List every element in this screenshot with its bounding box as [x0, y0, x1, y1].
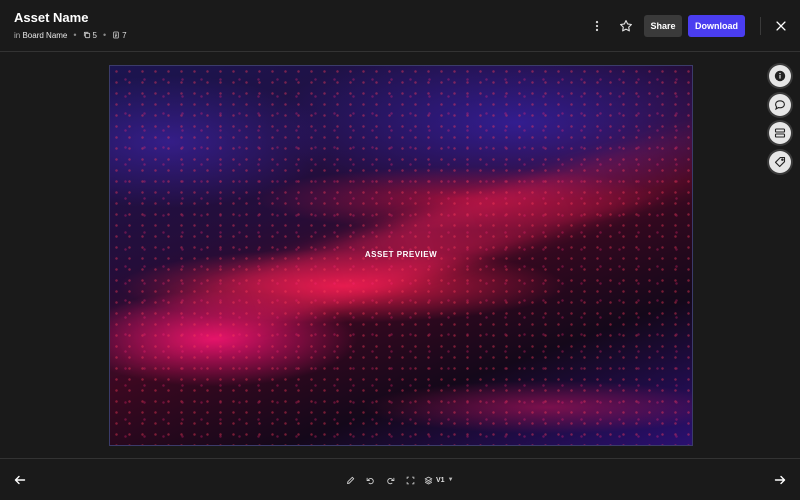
crop-tool-button[interactable] — [403, 473, 417, 487]
version-label: V1 — [436, 476, 445, 484]
more-options-button[interactable] — [587, 16, 607, 36]
share-button[interactable]: Share — [644, 15, 682, 37]
download-button[interactable]: Download — [688, 15, 745, 37]
comments-button[interactable] — [769, 94, 791, 116]
asset-header: Asset Name in Board Name • 5 • 7 Share D… — [0, 0, 800, 52]
favorite-button[interactable] — [616, 16, 636, 36]
board-name-link[interactable]: Board Name — [22, 31, 67, 40]
star-icon — [620, 20, 632, 32]
meta-separator: • — [103, 30, 107, 40]
documents-count: 7 — [122, 30, 127, 40]
asset-preview-label: ASSET PREVIEW — [364, 250, 438, 259]
asset-title: Asset Name — [14, 10, 89, 25]
previous-asset-button[interactable] — [11, 471, 29, 489]
close-button[interactable] — [771, 16, 791, 36]
copy-icon — [83, 31, 90, 39]
copies-count: 5 — [92, 30, 97, 40]
more-vertical-icon — [595, 20, 599, 32]
tag-icon — [774, 156, 786, 168]
tags-button[interactable] — [769, 151, 791, 173]
arrow-right-icon — [774, 475, 786, 485]
pencil-icon — [346, 476, 354, 484]
asset-footer: V1 ▼ — [0, 458, 800, 500]
header-divider — [760, 17, 761, 35]
in-prefix: in — [14, 30, 21, 40]
version-selector[interactable]: V1 ▼ — [424, 472, 454, 488]
asset-meta: in Board Name • 5 • 7 — [14, 30, 127, 40]
layers-icon — [424, 476, 433, 484]
redo-button[interactable] — [383, 473, 397, 487]
annotate-tool-button[interactable] — [343, 473, 357, 487]
documents-stat: 7 — [112, 30, 127, 40]
chevron-down-icon: ▼ — [447, 477, 454, 483]
layout-icon — [774, 128, 786, 138]
comment-icon — [775, 100, 785, 111]
close-icon — [776, 21, 786, 31]
asset-preview[interactable]: ASSET PREVIEW — [109, 65, 693, 446]
document-icon — [113, 31, 119, 39]
arrow-left-icon — [14, 475, 26, 485]
copies-stat: 5 — [83, 31, 97, 40]
layout-button[interactable] — [769, 122, 791, 144]
asset-location: in Board Name — [14, 31, 67, 40]
undo-button[interactable] — [363, 473, 377, 487]
redo-icon — [386, 477, 394, 484]
info-icon — [774, 70, 786, 82]
meta-separator: • — [73, 30, 77, 40]
next-asset-button[interactable] — [771, 471, 789, 489]
info-button[interactable] — [769, 65, 791, 87]
crop-icon — [406, 476, 414, 484]
undo-icon — [366, 477, 374, 484]
